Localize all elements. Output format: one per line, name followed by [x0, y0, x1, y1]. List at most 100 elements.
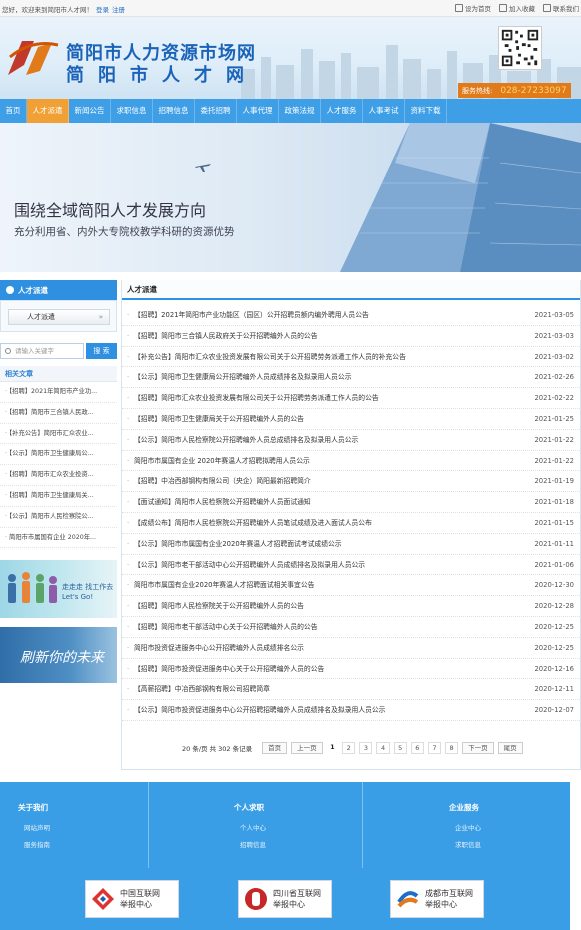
- article-title[interactable]: 【公示】简阳市人民检察院公开招聘编外人员总成绩排名及拟录用人员公示: [134, 436, 358, 444]
- related-article-link[interactable]: 简阳市市属国有企业 2020年...: [0, 528, 117, 549]
- related-article-link[interactable]: 【招聘】2021年简阳市产业功...: [0, 382, 117, 403]
- list-item[interactable]: · 【高薪招聘】中冶西部钢构有限公司招聘简章 2020-12-11: [122, 679, 580, 701]
- list-item[interactable]: · 【公示】简阳市市属国有企业2020年赛温人才招聘面试考试成绩公示 2021-01…: [122, 534, 580, 555]
- article-title[interactable]: 【招聘】简阳市三合镇人民政府关于公开招聘编外人员的公告: [134, 332, 318, 340]
- list-item[interactable]: · 【公示】简阳市卫生健康局公开招聘编外人员成绩排名及拟录用人员公示 2021-02…: [122, 367, 580, 389]
- footer-link[interactable]: 网站声明: [24, 822, 50, 832]
- nav-item-policies[interactable]: 政策法规: [279, 99, 321, 123]
- nav-item-downloads[interactable]: 资料下载: [405, 99, 447, 123]
- article-title[interactable]: 【成绩公布】简阳市人民检察院公开招聘编外人员笔试成绩及进入面试人员公布: [134, 519, 372, 527]
- contact-link[interactable]: 联系我们: [543, 3, 579, 13]
- related-article-link[interactable]: 【招聘】简阳市汇众农业投资...: [0, 465, 117, 486]
- prev-page-button[interactable]: 上一页: [291, 742, 323, 754]
- footer-link[interactable]: 招聘信息: [240, 839, 266, 849]
- list-item[interactable]: · 【补充公告】简阳市汇众农业投资发展有限公司关于公开招聘劳务派遣工作人员的补充公…: [122, 347, 580, 368]
- refresh-future-ad-banner[interactable]: 刷新你的未来: [0, 627, 117, 683]
- related-article-link[interactable]: 【补充公告】简阳市汇众农业...: [0, 424, 117, 445]
- contact-icon: [543, 4, 551, 12]
- badge-line2: 举报中心: [273, 900, 305, 909]
- list-item[interactable]: · 简阳市投资促进服务中心公开招聘编外人员成绩排名公示 2020-12-25: [122, 638, 580, 659]
- list-item[interactable]: · 【公示】简阳市老干部活动中心公开招聘编外人员成绩排名及拟录用人员公示 2021-…: [122, 555, 580, 576]
- related-article-link[interactable]: 【公示】简阳市卫生健康局公...: [0, 444, 117, 466]
- footer-link[interactable]: 企业中心: [455, 822, 481, 832]
- related-article-link[interactable]: 【招聘】简阳市三合镇人民政...: [0, 403, 117, 424]
- nav-item-news[interactable]: 新闻公告: [69, 99, 111, 123]
- nav-item-personnel-agency[interactable]: 人事代理: [237, 99, 279, 123]
- article-title[interactable]: 【高薪招聘】中冶西部钢构有限公司招聘简章: [134, 685, 270, 693]
- register-link[interactable]: 注册: [112, 6, 125, 14]
- article-title[interactable]: 【公示】简阳市卫生健康局公开招聘编外人员成绩排名及拟录用人员公示: [134, 373, 352, 381]
- nav-item-talent-dispatch[interactable]: 人才派遣: [27, 99, 69, 123]
- search-button[interactable]: 搜 索: [86, 343, 117, 359]
- article-title[interactable]: 【招聘】简阳市卫生健康局关于公开招聘编外人员的公告: [134, 415, 304, 423]
- nav-item-talent-services[interactable]: 人才服务: [321, 99, 363, 123]
- list-item[interactable]: · 【面试通知】简阳市人民检察院公开招聘编外人员面试通知 2021-01-18: [122, 492, 580, 513]
- page-number[interactable]: 6: [410, 742, 424, 754]
- article-title[interactable]: 【公示】简阳市老干部活动中心公开招聘编外人员成绩排名及拟录用人员公示: [134, 561, 365, 569]
- article-title[interactable]: 【招聘】2021年简阳市产业功能区（园区）公开招聘员额内编外聘用人员公告: [134, 311, 369, 319]
- list-item[interactable]: · 【招聘】简阳市人民检察院关于公开招聘编外人员的公告 2020-12-28: [122, 596, 580, 617]
- page-number[interactable]: 8: [445, 742, 459, 754]
- bullet-icon: ·: [127, 518, 130, 527]
- article-title[interactable]: 【招聘】简阳市老干部活动中心关于公开招聘编外人员的公告: [134, 623, 318, 631]
- article-date: 2021-02-26: [534, 373, 574, 382]
- sidebar-item-talent-dispatch[interactable]: 人才派遣 »: [8, 309, 110, 325]
- nav-item-entrusted-recruitment[interactable]: 委托招聘: [195, 99, 237, 123]
- footer-link[interactable]: 求职信息: [455, 839, 481, 849]
- article-title[interactable]: 【招聘】中冶西部钢构有限公司（央企）简阳最新招聘简介: [134, 477, 311, 485]
- list-item[interactable]: · 【招聘】简阳市老干部活动中心关于公开招聘编外人员的公告 2020-12-25: [122, 617, 580, 638]
- article-title[interactable]: 【招聘】简阳市人民检察院关于公开招聘编外人员的公告: [134, 602, 304, 610]
- add-favorite-link[interactable]: 加入收藏: [499, 3, 535, 13]
- article-date: 2021-03-05: [534, 311, 574, 319]
- login-link[interactable]: 登录: [96, 6, 109, 14]
- last-page-button[interactable]: 尾页: [497, 742, 523, 754]
- bullet-icon: ·: [127, 352, 130, 361]
- article-title[interactable]: 【招聘】简阳市投资促进服务中心关于公开招聘编外人员的公告: [134, 665, 324, 673]
- list-item[interactable]: · 【招聘】简阳市卫生健康局关于公开招聘编外人员的公告 2021-01-25: [122, 409, 580, 430]
- list-item[interactable]: · 简阳市市属国有企业 2020年赛温人才招聘拟聘用人员公示 2021-01-22: [122, 451, 580, 472]
- list-item[interactable]: · 【公示】简阳市投资促进服务中心公开招聘招聘编外人员成绩排名及拟录用人员公示 20…: [122, 700, 580, 721]
- building-image: [340, 123, 581, 272]
- footer-heading: 个人求职: [234, 803, 264, 812]
- list-item[interactable]: · 【成绩公布】简阳市人民检察院公开招聘编外人员笔试成绩及进入面试人员公布 2021…: [122, 513, 580, 534]
- related-article-link[interactable]: 【招聘】简阳市卫生健康局关...: [0, 486, 117, 507]
- list-item[interactable]: · 简阳市市属国有企业2020年赛温人才招聘面试相关事宜公告 2020-12-30: [122, 575, 580, 597]
- article-title[interactable]: 简阳市市属国有企业 2020年赛温人才招聘拟聘用人员公示: [134, 457, 310, 465]
- china-report-center-badge[interactable]: 中国互联网 举报中心: [85, 880, 179, 918]
- list-item[interactable]: · 【招聘】简阳市汇众农业投资发展有限公司关于公开招聘劳务派遣工作人员的公告 202…: [122, 388, 580, 409]
- article-title[interactable]: 【公示】简阳市投资促进服务中心公开招聘招聘编外人员成绩排名及拟录用人员公示: [134, 706, 385, 714]
- nav-item-recruitment[interactable]: 招聘信息: [153, 99, 195, 123]
- page-number[interactable]: 7: [427, 742, 442, 754]
- job-seeking-ad-banner[interactable]: 走走走 找工作去 Let's Go!: [0, 560, 117, 618]
- bullet-icon: ·: [127, 706, 130, 715]
- list-item[interactable]: · 【招聘】简阳市投资促进服务中心关于公开招聘编外人员的公告 2020-12-16: [122, 659, 580, 680]
- list-item[interactable]: · 【招聘】2021年简阳市产业功能区（园区）公开招聘员额内编外聘用人员公告 202…: [122, 305, 580, 326]
- list-item[interactable]: · 【公示】简阳市人民检察院公开招聘编外人员总成绩排名及拟录用人员公示 2021-0…: [122, 430, 580, 451]
- search-input[interactable]: 请输入关键字: [0, 343, 84, 359]
- footer-link[interactable]: 服务指南: [24, 839, 50, 849]
- list-item[interactable]: · 【招聘】中冶西部钢构有限公司（央企）简阳最新招聘简介 2021-01-19: [122, 471, 580, 493]
- article-title[interactable]: 简阳市市属国有企业2020年赛温人才招聘面试相关事宜公告: [134, 581, 314, 589]
- article-title[interactable]: 【公示】简阳市市属国有企业2020年赛温人才招聘面试考试成绩公示: [134, 540, 342, 548]
- nav-item-job-seeking[interactable]: 求职信息: [111, 99, 153, 123]
- article-title[interactable]: 简阳市投资促进服务中心公开招聘编外人员成绩排名公示: [134, 644, 304, 652]
- footer-link[interactable]: 个人中心: [240, 822, 266, 832]
- next-page-button[interactable]: 下一页: [462, 742, 494, 754]
- article-title[interactable]: 【面试通知】简阳市人民检察院公开招聘编外人员面试通知: [134, 498, 311, 506]
- sichuan-report-center-badge[interactable]: 四川省互联网 举报中心: [238, 880, 332, 918]
- article-title[interactable]: 【补充公告】简阳市汇众农业投资发展有限公司关于公开招聘劳务派遣工作人员的补充公告: [134, 353, 406, 361]
- article-date: 2021-01-19: [534, 477, 574, 486]
- first-page-button[interactable]: 首页: [262, 742, 288, 754]
- nav-item-exams[interactable]: 人事考试: [363, 99, 405, 123]
- page-number[interactable]: 4: [376, 742, 390, 754]
- list-item[interactable]: · 【招聘】简阳市三合镇人民政府关于公开招聘编外人员的公告 2021-03-03: [122, 326, 580, 347]
- page-number[interactable]: 5: [393, 742, 407, 754]
- page-number[interactable]: 2: [342, 742, 356, 754]
- chengdu-report-center-badge[interactable]: 成都市互联网 举报中心: [390, 880, 484, 918]
- set-homepage-link[interactable]: 设为首页: [455, 3, 491, 13]
- article-title[interactable]: 【招聘】简阳市汇众农业投资发展有限公司关于公开招聘劳务派遣工作人员的公告: [134, 394, 379, 402]
- badge-line1: 成都市互联网: [425, 889, 473, 898]
- nav-item-home[interactable]: 首页: [0, 99, 27, 123]
- related-article-link[interactable]: 【公示】简阳市人民检察院公...: [0, 507, 117, 528]
- page-number[interactable]: 3: [359, 742, 373, 754]
